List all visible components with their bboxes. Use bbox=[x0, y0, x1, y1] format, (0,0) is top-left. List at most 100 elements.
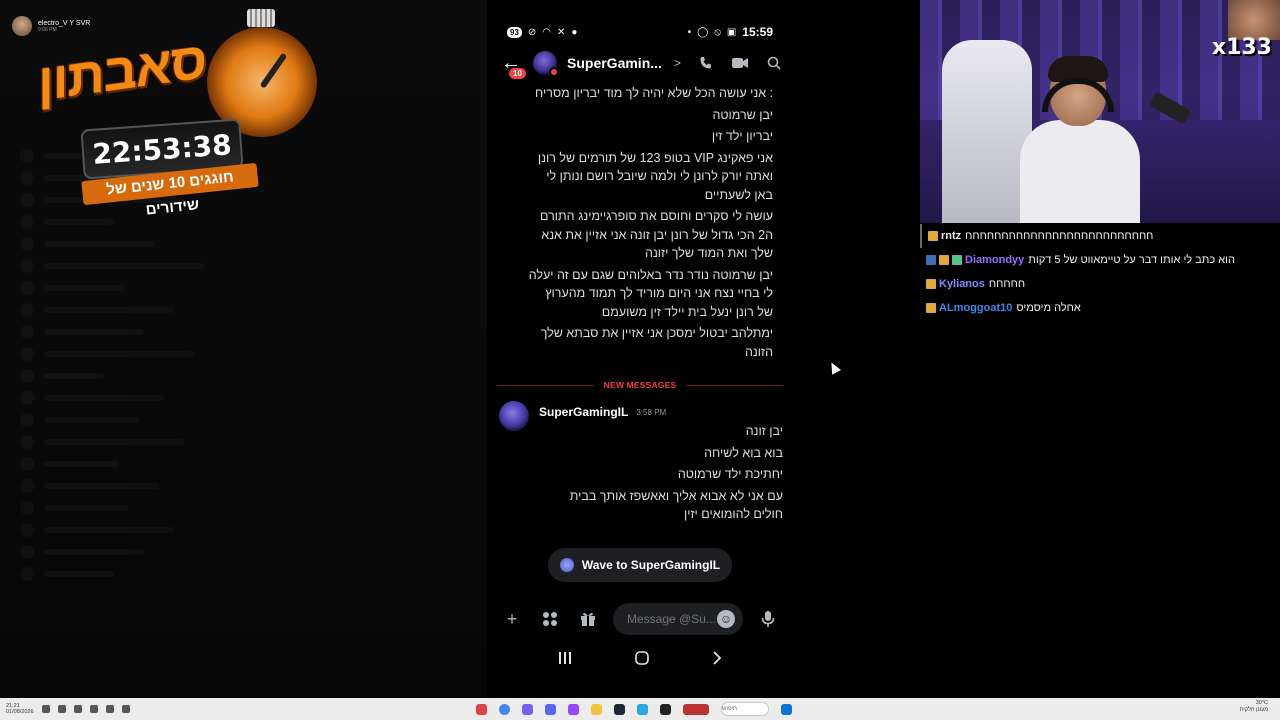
discord-icon[interactable] bbox=[545, 703, 556, 715]
message-line: עושה לי סקרים וחוסם את סופרגיימינג התורם… bbox=[540, 209, 773, 260]
obs-icon[interactable] bbox=[660, 703, 671, 715]
taskbar-left-date: 01/08/2026 bbox=[6, 709, 34, 715]
dm-header: ← 10 SuperGamin... > bbox=[487, 46, 793, 80]
chat-message: Diamondyy הוא כתב לי אותו דבר על טיימאוו… bbox=[920, 248, 1280, 272]
message-line: יחתיכת ילד שרמוטה bbox=[677, 467, 783, 481]
twitch-icon[interactable] bbox=[568, 703, 579, 715]
whatsapp-icon: ◯ bbox=[697, 26, 709, 38]
overlay-face bbox=[1228, 0, 1280, 40]
chat-message: ALmoggoat10 אחלה מיסמיס bbox=[920, 296, 1280, 320]
chat-username[interactable]: Kylianos bbox=[939, 278, 985, 290]
steam-icon[interactable] bbox=[614, 703, 625, 715]
message-input-box[interactable]: ☺ bbox=[613, 603, 743, 635]
windows-taskbar: 21:21 01/08/2026 חיפוש 30°C מעונן חלקית bbox=[0, 698, 1280, 720]
minus-icon: ● bbox=[571, 26, 578, 38]
recents-icon[interactable] bbox=[558, 651, 572, 669]
gaming-chair bbox=[942, 40, 1032, 223]
message-list[interactable]: : אני עושה הכל שלא יהיה לך מוד יבריון מס… bbox=[487, 80, 793, 530]
message-group: SuperGamingIL 3:58 PM יבן זונה בוא בוא ל… bbox=[487, 400, 793, 524]
message-line: : אני עושה הכל שלא יהיה לך מוד יבריון מס… bbox=[535, 86, 773, 100]
phone-screen: 93 ⊘ ◠ ✕ ● • ◯ ⦸ ▣ 15:59 ← 10 SuperGamin… bbox=[487, 18, 793, 678]
dnd-icon: ⊘ bbox=[527, 26, 537, 38]
wave-sticker-icon bbox=[559, 558, 574, 572]
apps-icon[interactable] bbox=[537, 606, 563, 632]
earlier-messages: : אני עושה הכל שלא יהיה לך מוד יבריון מס… bbox=[487, 80, 793, 361]
dm-recipient-name[interactable]: SuperGamin... bbox=[567, 55, 662, 71]
voice-call-icon[interactable] bbox=[697, 54, 715, 72]
search-icon[interactable] bbox=[765, 54, 783, 72]
screen-record-icon: ▣ bbox=[726, 26, 737, 38]
taskbar-search[interactable]: חיפוש bbox=[721, 702, 769, 716]
message-composer: + ☺ bbox=[487, 602, 793, 636]
author-avatar[interactable] bbox=[499, 401, 529, 431]
message-line: בוא בוא לשיחה bbox=[704, 445, 783, 460]
chat-badge-icon bbox=[926, 255, 936, 265]
message-line: יבן שרמוטה bbox=[712, 107, 773, 122]
streamer-person bbox=[1020, 56, 1140, 223]
app-icon[interactable] bbox=[683, 703, 709, 715]
chat-badge-icon bbox=[928, 231, 938, 241]
message-line: יבן זונה bbox=[745, 424, 783, 438]
tray-icon[interactable] bbox=[121, 705, 130, 713]
status-bar: 93 ⊘ ◠ ✕ ● • ◯ ⦸ ▣ 15:59 bbox=[487, 18, 793, 46]
taskbar-search-label: חיפוש bbox=[722, 706, 737, 712]
weather-widget[interactable]: 30°C מעונן חלקית bbox=[1240, 700, 1268, 714]
author-name[interactable]: SuperGamingIL bbox=[539, 405, 628, 419]
message-line: יבן שרמוטה נודר נדר באלוהים שגם עם זה יע… bbox=[528, 267, 773, 319]
folder-icon[interactable] bbox=[591, 703, 602, 715]
chat-username[interactable]: ALmoggoat10 bbox=[939, 302, 1012, 314]
chat-username[interactable]: Diamondyy bbox=[965, 254, 1024, 266]
dot-icon: • bbox=[687, 26, 692, 38]
edge-icon[interactable] bbox=[637, 703, 648, 715]
chat-message: Kylianos חחחחח bbox=[920, 272, 1280, 296]
dm-avatar[interactable] bbox=[533, 51, 559, 77]
chevron-right-icon[interactable]: > bbox=[674, 56, 681, 70]
chat-text: הוא כתב לי אותו דבר על טיימאווט של 5 דקו… bbox=[1028, 254, 1235, 266]
battery-indicator: 93 bbox=[507, 26, 522, 38]
alarm-icon: ⦸ bbox=[714, 26, 721, 38]
webcam-feed: x133 bbox=[920, 0, 1280, 223]
message-timestamp: 3:58 PM bbox=[636, 407, 667, 417]
weather-condition: מעונן חלקית bbox=[1239, 707, 1268, 713]
chat-text: אחלה מיסמיס bbox=[1016, 302, 1081, 314]
app-icon[interactable] bbox=[476, 703, 487, 715]
wave-button[interactable]: Wave to SuperGamingIL bbox=[548, 548, 732, 582]
tray-icon[interactable] bbox=[73, 705, 82, 713]
twitch-chat: rntz חחחחחחחחחחחחחחחחחחחחחחחחחח Diamondy… bbox=[920, 224, 1280, 320]
message-input[interactable] bbox=[627, 612, 717, 626]
chat-badge-icon bbox=[926, 279, 936, 289]
unread-count-badge: 10 bbox=[509, 68, 526, 79]
microphone-icon[interactable] bbox=[755, 606, 781, 632]
message-line: אני פאקינג VIP בטופ 123 של תורמים של רונ… bbox=[537, 150, 773, 202]
windows-start-icon[interactable] bbox=[781, 703, 792, 715]
message-line: ימתלהב יבטול ימסכן אני אזיין את סבתא שלך… bbox=[540, 326, 773, 359]
webcam-overlay-text: x133 bbox=[1211, 35, 1272, 60]
tray-icon[interactable] bbox=[105, 705, 114, 713]
logo-title: סאבתון bbox=[38, 31, 206, 113]
dnd-status-icon bbox=[549, 67, 559, 77]
chrome-icon[interactable] bbox=[499, 703, 510, 715]
message-line: יבריון ילד זין bbox=[711, 129, 773, 143]
plus-icon[interactable]: + bbox=[499, 606, 525, 632]
message-line: עם אני לא אבוא אליך ואאשפז אותך בבית חול… bbox=[569, 488, 783, 522]
chat-username[interactable]: rntz bbox=[941, 230, 961, 242]
tray-icon[interactable] bbox=[89, 705, 98, 713]
chat-text: חחחחחחחחחחחחחחחחחחחחחחחחחח bbox=[965, 230, 1154, 242]
chat-text: חחחחח bbox=[988, 278, 1026, 290]
chat-badge-icon bbox=[926, 303, 936, 313]
wifi-icon: ◠ bbox=[542, 26, 552, 38]
emoji-icon[interactable]: ☺ bbox=[717, 610, 735, 628]
new-messages-divider: NEW MESSAGES bbox=[497, 378, 783, 392]
new-messages-label: NEW MESSAGES bbox=[603, 380, 677, 390]
app-icon[interactable] bbox=[522, 703, 533, 715]
video-call-icon[interactable] bbox=[731, 54, 749, 72]
tray-icon[interactable] bbox=[57, 705, 66, 713]
gift-icon[interactable] bbox=[575, 606, 601, 632]
status-clock: 15:59 bbox=[742, 25, 773, 39]
chat-message: rntz חחחחחחחחחחחחחחחחחחחחחחחחחח bbox=[920, 224, 1280, 248]
home-icon[interactable] bbox=[635, 650, 649, 670]
tray-icon[interactable] bbox=[41, 705, 50, 713]
back-icon[interactable] bbox=[712, 650, 722, 670]
wave-label: Wave to SuperGamingIL bbox=[581, 558, 721, 572]
subathon-logo: סאבתון 22:53:38 חוגגים 10 שנים של שידורי… bbox=[12, 9, 322, 219]
